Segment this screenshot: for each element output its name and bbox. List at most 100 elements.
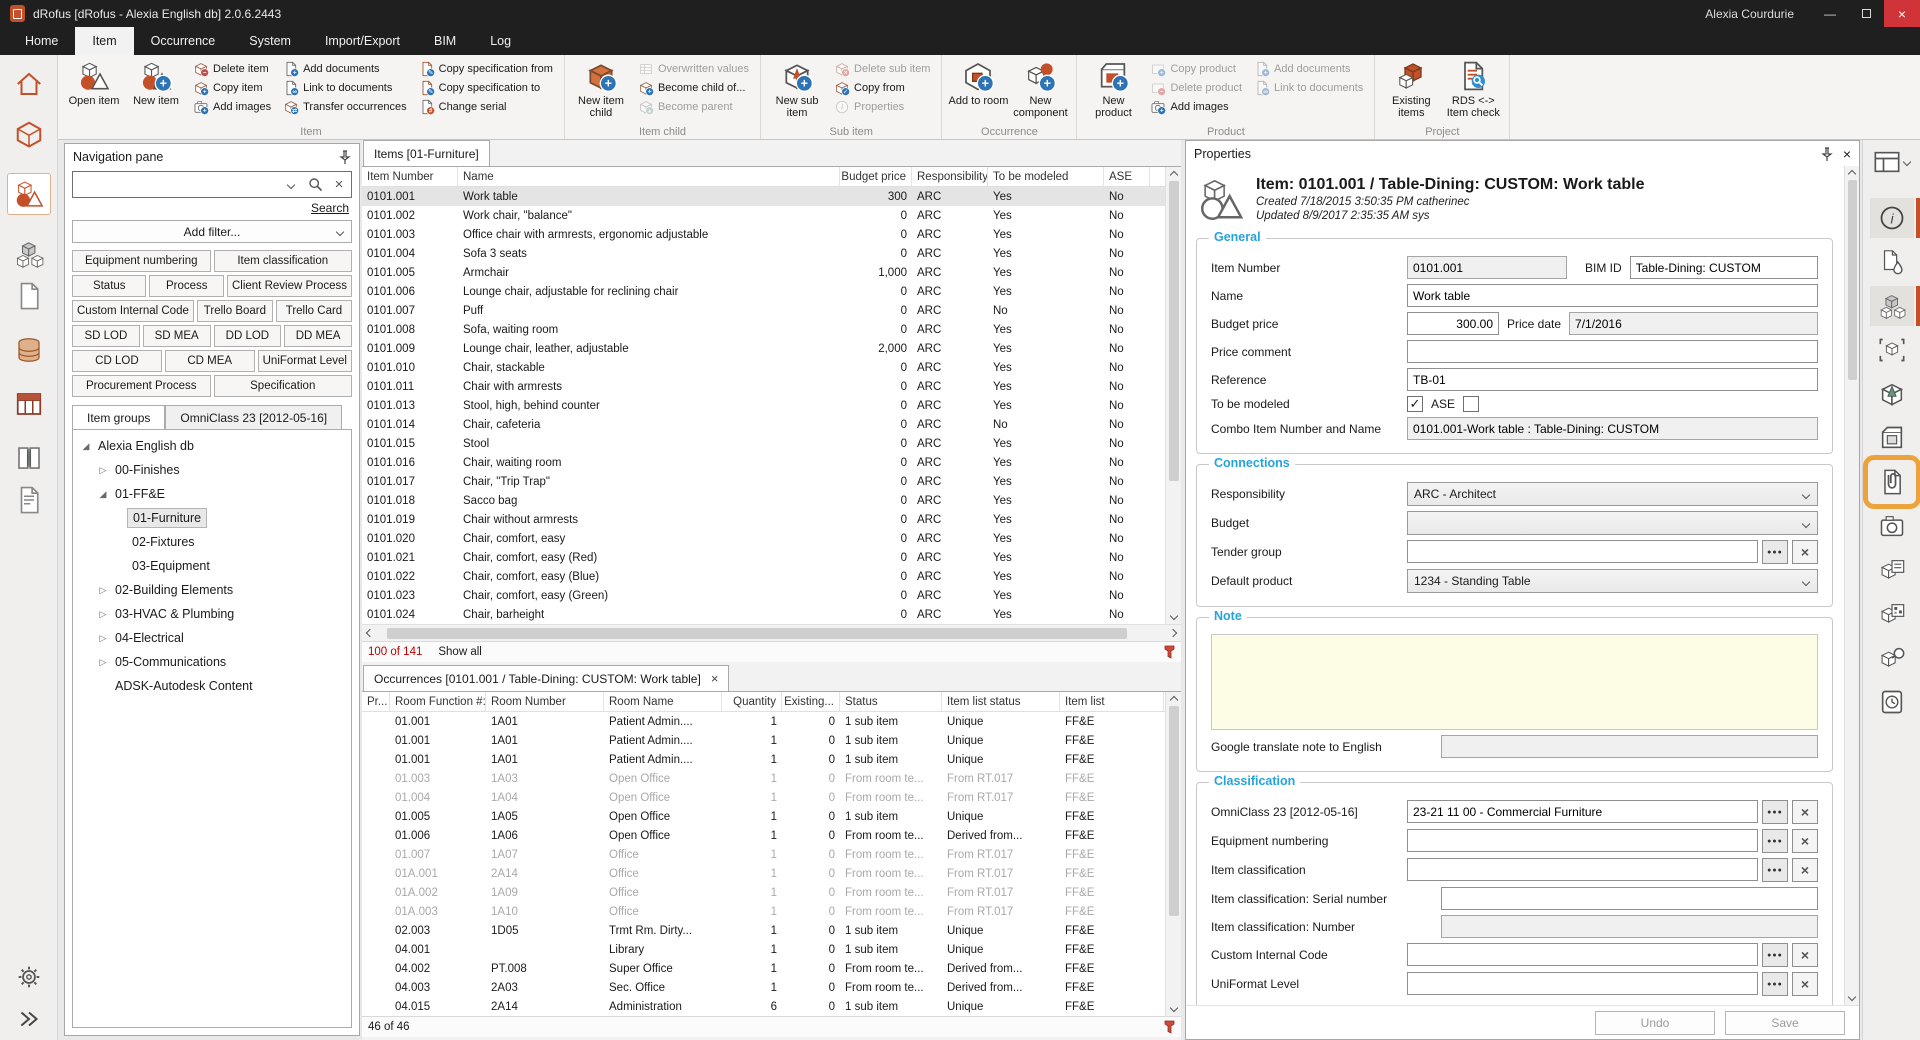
table-row[interactable]: 01.0011A01Patient Admin....101 sub itemU…: [362, 731, 1181, 750]
column-header-item-number[interactable]: Item Number: [362, 167, 458, 186]
history-icon[interactable]: [1870, 682, 1914, 722]
clear-icon[interactable]: ×: [1792, 943, 1818, 967]
settings-gear-icon[interactable]: [7, 956, 51, 998]
new-sub-item-button[interactable]: +New sub item: [766, 57, 828, 121]
items-hscrollbar[interactable]: [362, 624, 1181, 641]
delete-sub-item-button[interactable]: ×Delete sub item: [830, 59, 934, 78]
column-header-existing[interactable]: Existing...: [782, 692, 840, 711]
uniformat-level-field[interactable]: [1407, 972, 1758, 995]
lookup-button[interactable]: ●●●: [1762, 540, 1788, 564]
column-header-pr[interactable]: Pr...: [362, 692, 390, 711]
table-row[interactable]: 04.0152A14Administration601 sub itemUniq…: [362, 997, 1181, 1016]
maximize-button[interactable]: [1848, 0, 1884, 27]
delete-product-button[interactable]: −Delete product: [1146, 78, 1246, 97]
save-button[interactable]: Save: [1725, 1011, 1845, 1035]
ase-checkbox[interactable]: [1463, 396, 1479, 412]
table-row[interactable]: 04.0032A03Sec. Office10From room te...De…: [362, 978, 1181, 997]
link-to-documents-button[interactable]: ∞Link to documents: [1250, 78, 1367, 97]
copy-specification-from-button[interactable]: ✎Copy specification from: [415, 59, 557, 78]
table-row[interactable]: 02.0031D05Trmt Rm. Dirty...101 sub itemU…: [362, 921, 1181, 940]
custom-internal-code-field[interactable]: [1407, 943, 1758, 966]
table-row[interactable]: 0101.008Sofa, waiting room0ARCYesNo: [362, 320, 1181, 339]
change-serial-button[interactable]: #Change serial: [415, 97, 557, 116]
properties-button[interactable]: iProperties: [830, 97, 934, 116]
tree-item-01-ff-e[interactable]: ◢01-FF&E: [73, 482, 351, 506]
existing-items-button[interactable]: Existing items: [1380, 57, 1442, 121]
tab-item-groups[interactable]: Item groups: [72, 405, 165, 430]
finance-icon[interactable]: [7, 329, 51, 371]
cubes-icon[interactable]: [7, 233, 51, 275]
home-icon[interactable]: [7, 63, 51, 105]
table-row[interactable]: 0101.001Work table300ARCYesNo: [362, 187, 1181, 206]
copy-specification-to-button[interactable]: ✎Copy specification to: [415, 78, 557, 97]
show-all-link[interactable]: Show all: [438, 646, 481, 658]
omniclass-field[interactable]: [1407, 800, 1758, 823]
delete-item-button[interactable]: −Delete item: [189, 59, 275, 78]
tree-expander-icon[interactable]: ▷: [96, 465, 110, 476]
item-classification-number-field[interactable]: [1441, 915, 1818, 938]
close-button[interactable]: ×: [1884, 0, 1920, 27]
table-row[interactable]: 04.002PT.008Super Office10From room te..…: [362, 959, 1181, 978]
table-row[interactable]: 01A.0031A10Office10From room te...From R…: [362, 902, 1181, 921]
item-matrix-icon[interactable]: [1870, 594, 1914, 634]
column-header-status[interactable]: Status: [840, 692, 942, 711]
table-row[interactable]: 0101.018Sacco bag0ARCYesNo: [362, 491, 1181, 510]
column-header-room-function[interactable]: Room Function #:: [390, 692, 486, 711]
filter-chip-dd-mea[interactable]: DD MEA: [284, 325, 352, 347]
tree-item-adsk-autodesk-content[interactable]: ADSK-Autodesk Content: [73, 674, 351, 698]
lookup-button[interactable]: ●●●: [1762, 800, 1788, 824]
bim-model-icon[interactable]: [1870, 330, 1914, 370]
filter-icon[interactable]: [1164, 1020, 1175, 1034]
to-be-modeled-checkbox[interactable]: ✓: [1407, 396, 1423, 412]
tree-expander-icon[interactable]: ▷: [96, 609, 110, 620]
note-textarea[interactable]: [1211, 634, 1818, 730]
overwritten-values-button[interactable]: Overwritten values: [634, 59, 753, 78]
item-classification-field[interactable]: [1407, 858, 1758, 881]
add-to-room-button[interactable]: +Add to room: [947, 57, 1009, 121]
item-list-icon[interactable]: [1870, 550, 1914, 590]
filter-chip-client-review-process[interactable]: Client Review Process: [227, 275, 352, 297]
table-row[interactable]: 0101.023Chair, comfort, easy (Green)0ARC…: [362, 586, 1181, 605]
expand-chevrons-icon[interactable]: [7, 998, 51, 1040]
equipment-numbering-field[interactable]: [1407, 829, 1758, 852]
table-row[interactable]: 01.0031A03Open Office10From room te...Fr…: [362, 769, 1181, 788]
column-header-budget-price[interactable]: Budget price: [840, 167, 912, 186]
clear-icon[interactable]: ×: [1792, 858, 1818, 882]
transfer-occurrences-button[interactable]: ⇄Transfer occurrences: [279, 97, 411, 116]
occurrences-tab[interactable]: Occurrences [0101.001 / Table-Dining: CU…: [363, 665, 729, 691]
table-row[interactable]: 0101.016Chair, waiting room0ARCYesNo: [362, 453, 1181, 472]
column-header-ase[interactable]: ASE: [1104, 167, 1150, 186]
info-icon[interactable]: i: [1870, 198, 1914, 238]
budget-dropdown[interactable]: [1407, 511, 1818, 535]
table-row[interactable]: 0101.010Chair, stackable0ARCYesNo: [362, 358, 1181, 377]
menu-tab-item[interactable]: Item: [75, 27, 133, 55]
tree-item-05-communications[interactable]: ▷05-Communications: [73, 650, 351, 674]
lookup-button[interactable]: ●●●: [1762, 829, 1788, 853]
table-row[interactable]: 0101.004Sofa 3 seats0ARCYesNo: [362, 244, 1181, 263]
table-row[interactable]: 0101.007Puff0ARCNoNo: [362, 301, 1181, 320]
new-product-button[interactable]: +New product: [1082, 57, 1144, 121]
table-row[interactable]: 0101.003Office chair with armrests, ergo…: [362, 225, 1181, 244]
table-row[interactable]: 0101.014Chair, cafeteria0ARCNoNo: [362, 415, 1181, 434]
column-header-name[interactable]: Name: [458, 167, 840, 186]
table-row[interactable]: 0101.011Chair with armrests0ARCYesNo: [362, 377, 1181, 396]
lookup-button[interactable]: ●●●: [1762, 943, 1788, 967]
add-documents-button[interactable]: +Add documents: [279, 59, 411, 78]
filter-chip-trello-card[interactable]: Trello Card: [276, 300, 352, 322]
table-row[interactable]: 0101.024Chair, barheight0ARCYesNo: [362, 605, 1181, 624]
clear-icon[interactable]: ×: [1792, 972, 1818, 996]
filter-chip-process[interactable]: Process: [149, 275, 223, 297]
tree-item-alexia-english-db[interactable]: ◢Alexia English db: [73, 434, 351, 458]
table-row[interactable]: 01A.0012A14Office10From room te...From R…: [362, 864, 1181, 883]
table-row[interactable]: 01A.0021A09Office10From room te...From R…: [362, 883, 1181, 902]
open-item-button[interactable]: Open item: [63, 57, 125, 121]
tree-expander-icon[interactable]: ◢: [96, 489, 110, 500]
table-row[interactable]: 01.0011A01Patient Admin....101 sub itemU…: [362, 712, 1181, 731]
default-product-dropdown[interactable]: 1234 - Standing Table: [1407, 569, 1818, 593]
filter-icon[interactable]: [1164, 645, 1175, 659]
menu-tab-log[interactable]: Log: [473, 27, 528, 55]
filter-chip-cd-lod[interactable]: CD LOD: [72, 350, 162, 372]
tree-item-04-electrical[interactable]: ▷04-Electrical: [73, 626, 351, 650]
new-component-button[interactable]: +New component: [1009, 57, 1071, 121]
filter-chip-procurement-process[interactable]: Procurement Process: [72, 375, 211, 397]
